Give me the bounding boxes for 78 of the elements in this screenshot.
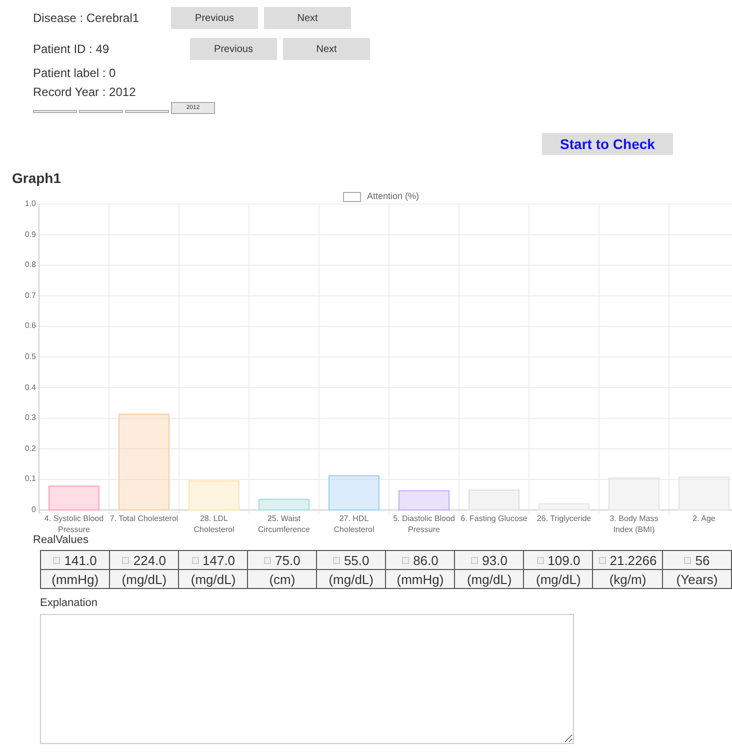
checkbox[interactable]: [402, 557, 410, 564]
value-text: 21.2266: [610, 552, 657, 569]
value-text: 86.0: [413, 552, 438, 569]
bar: [538, 503, 590, 510]
y-tick-label: 0: [30, 505, 36, 515]
y-tick-label: 0.5: [24, 352, 36, 362]
bar: [608, 477, 660, 510]
x-tick-label: 4. Systolic Blood Pressure: [43, 513, 105, 535]
checkbox[interactable]: [264, 557, 272, 564]
graph-title: Graph1: [11, 169, 62, 187]
y-tick-label: 0.9: [24, 230, 36, 240]
value-text: 55.0: [344, 552, 370, 569]
x-tick-label: 5. Diastolic Blood Pressure: [392, 513, 456, 535]
start-check-button[interactable]: Start to Check: [542, 133, 673, 155]
explanation-label: Explanation: [39, 597, 98, 610]
legend-swatch-icon: [343, 192, 361, 202]
unit-cell: (mg/dL): [178, 570, 248, 588]
unit-cell: (mg/dL): [524, 570, 593, 588]
patient-label-text: Patient label : 0: [33, 66, 117, 81]
nav-button[interactable]: Previous: [171, 7, 258, 29]
checkbox[interactable]: [122, 557, 130, 564]
y-tick-label: 0.6: [24, 321, 36, 332]
year-step[interactable]: [79, 110, 123, 113]
y-tick-label: 1.0: [24, 199, 36, 209]
unit-cell: (mmHg): [40, 570, 110, 588]
y-tick-label: 0.3: [24, 413, 36, 424]
value-text: 224.0: [133, 552, 166, 569]
x-tick-label: 28. LDL Cholesterol: [192, 513, 236, 535]
value-text: 93.0: [482, 552, 508, 569]
value-text: 109.0: [548, 552, 580, 569]
unit-cell: (kg/m): [592, 570, 663, 588]
x-tick-label: 3. Body Mass Index (BMI): [608, 513, 660, 535]
disease-label: Disease : Cerebral1: [33, 10, 140, 27]
checkbox[interactable]: [598, 557, 606, 564]
bar: [188, 480, 240, 510]
checkbox[interactable]: [471, 557, 478, 564]
unit-cell: (cm): [248, 570, 317, 588]
unit-cell: (Years): [662, 570, 732, 588]
x-tick-label: 27. HDL Cholesterol: [332, 513, 376, 535]
bar: [468, 490, 520, 510]
nav-button[interactable]: Previous: [190, 38, 277, 60]
bar: [398, 490, 450, 510]
value-text: 75.0: [275, 552, 300, 569]
x-tick-label: 25. Waist Circumference: [256, 513, 311, 535]
unit-cell: (mmHg): [386, 570, 455, 588]
legend-label: Attention (%): [367, 190, 420, 203]
checkbox[interactable]: [53, 557, 60, 564]
real-values-title: RealValues: [32, 534, 90, 547]
x-tick-label: 7. Total Cholesterol: [109, 513, 179, 525]
x-tick-label: 26. Triglyceride: [536, 513, 592, 525]
explanation-field[interactable]: [40, 614, 574, 744]
x-tick-label: 2. Age: [692, 513, 716, 525]
y-tick-label: 0.4: [24, 382, 36, 393]
x-tick-label: 6. Fasting Glucose: [460, 513, 528, 525]
nav-button[interactable]: Next: [283, 38, 370, 60]
y-tick-label: 0.1: [24, 474, 36, 484]
unit-cell: (mg/dL): [316, 570, 386, 588]
y-tick-label: 0.7: [24, 290, 36, 301]
bar: [678, 476, 730, 510]
bar: [258, 498, 310, 510]
unit-cell: (mg/dL): [454, 570, 524, 588]
value-text: 56: [695, 552, 710, 569]
record-year-text: Record Year : 2012: [33, 85, 137, 100]
value-text: 147.0: [202, 552, 236, 569]
year-step[interactable]: [33, 110, 77, 113]
patient-id-label: Patient ID : 49: [33, 41, 110, 58]
year-step[interactable]: [125, 110, 169, 113]
bar: [48, 486, 100, 510]
nav-button[interactable]: Next: [264, 7, 351, 29]
checkbox[interactable]: [536, 557, 544, 564]
bar: [328, 475, 380, 510]
value-text: 141.0: [64, 552, 97, 569]
checkbox[interactable]: [192, 557, 198, 564]
y-tick-label: 0.8: [24, 260, 36, 270]
checkbox[interactable]: [332, 557, 340, 564]
unit-cell: (mg/dL): [110, 570, 179, 588]
checkbox[interactable]: [684, 557, 692, 564]
y-tick-label: 0.2: [24, 444, 36, 454]
